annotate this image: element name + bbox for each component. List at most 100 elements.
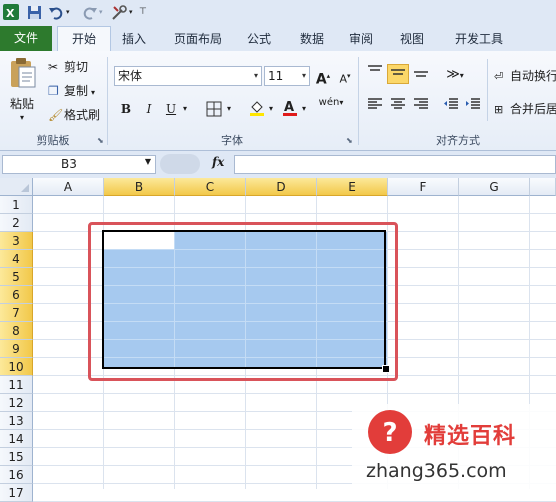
format-painter-button[interactable]: 🖌格式刷 [48,106,100,123]
bold-button[interactable]: B [115,99,137,119]
underline-dropdown-icon[interactable]: ▾ [180,99,190,119]
excel-logo-icon: X [2,3,21,22]
row-header-5[interactable]: 5 [0,268,33,286]
watermark-url: zhang365.com [366,460,507,482]
row-header-11[interactable]: 11 [0,376,33,394]
wrap-text-icon: ⏎ [494,70,504,83]
italic-button[interactable]: I [138,99,160,119]
tab-insert[interactable]: 插入 [114,27,154,51]
row-header-4[interactable]: 4 [0,250,33,268]
row-header-16[interactable]: 16 [0,466,33,484]
row-header-6[interactable]: 6 [0,286,33,304]
tab-file[interactable]: 文件 [0,26,52,51]
tab-page-layout[interactable]: 页面布局 [166,27,230,51]
grow-font-button[interactable]: A▴ [312,66,334,88]
tab-data[interactable]: 数据 [292,27,332,51]
merge-center-button[interactable]: ⊞ 合并后居 [494,100,556,117]
row-header-15[interactable]: 15 [0,448,33,466]
formula-bar-expander[interactable] [160,154,200,174]
save-icon[interactable] [25,3,44,22]
column-header-c[interactable]: C [175,178,246,196]
increase-indent-button[interactable] [462,97,484,117]
row-header-8[interactable]: 8 [0,322,33,340]
align-right-icon [414,98,428,109]
paste-label: 粘贴 [10,97,35,111]
align-left-button[interactable] [364,97,386,117]
row-header-7[interactable]: 7 [0,304,33,322]
row-header-9[interactable]: 9 [0,340,33,358]
row-header-3[interactable]: 3 [0,232,33,250]
align-bottom-button[interactable] [410,64,432,84]
brush-icon: 🖌 [48,108,64,122]
column-header-d[interactable]: D [246,178,317,196]
font-launcher-icon[interactable]: ⬊ [346,136,353,145]
tab-developer[interactable]: 开发工具 [447,27,511,51]
borders-dropdown-icon[interactable]: ▾ [224,99,234,119]
align-middle-button[interactable] [387,64,409,84]
copy-button[interactable]: ❐ 复制 ▾ [48,82,95,99]
tab-review[interactable]: 审阅 [341,27,381,51]
orientation-icon: ≫ [446,67,460,82]
column-header-b[interactable]: B [104,178,175,196]
undo-dropdown-icon[interactable]: ▾ [66,3,74,22]
watermark-title: 精选百科 [424,424,517,449]
name-box[interactable]: B3 ▼ [2,155,156,174]
select-all-button[interactable] [0,178,33,196]
orientation-button[interactable]: ≫▾ [440,64,470,84]
merge-label: 合并后居 [510,102,556,116]
align-top-button[interactable] [364,64,386,84]
decrease-indent-button[interactable] [440,97,462,117]
decrease-indent-icon [444,98,458,109]
column-header-g[interactable]: G [459,178,530,196]
row-header-13[interactable]: 13 [0,412,33,430]
tab-home[interactable]: 开始 [57,26,111,51]
formula-input[interactable] [234,155,556,174]
align-top-icon [368,65,382,71]
insert-function-icon[interactable]: fx [212,155,224,169]
column-header-f[interactable]: F [388,178,459,196]
row-header-2[interactable]: 2 [0,214,33,232]
font-color-icon: A [283,100,297,116]
row-header-10[interactable]: 10 [0,358,33,376]
row-header-1[interactable]: 1 [0,196,33,214]
row-header-12[interactable]: 12 [0,394,33,412]
align-middle-icon [391,69,405,75]
align-right-button[interactable] [410,97,432,117]
align-center-button[interactable] [387,97,409,117]
customize-qat-icon[interactable]: ⊤ [139,3,149,22]
wrap-text-button[interactable]: ⏎ 自动换行 [494,67,556,84]
tab-view[interactable]: 视图 [392,27,432,51]
paint-bucket-icon [250,101,264,116]
undo-icon[interactable] [47,3,66,22]
underline-button[interactable]: U [160,99,182,119]
scissors-icon: ✂ [48,60,59,74]
font-size-combo[interactable]: 11 ▾ [264,66,310,86]
column-header-a[interactable]: A [33,178,104,196]
paste-button[interactable]: 粘贴 ▾ [4,55,40,127]
font-color-dropdown-icon[interactable]: ▾ [299,99,309,119]
shrink-font-button[interactable]: A▾ [334,66,356,86]
chevron-down-icon: ▾ [301,71,306,80]
fill-color-dropdown-icon[interactable]: ▾ [266,99,276,119]
cut-button[interactable]: ✂ 剪切 [48,58,88,75]
format-painter-label: 格式刷 [64,108,101,122]
svg-text:X: X [6,7,15,20]
borders-button[interactable] [203,99,225,119]
group-separator [358,57,359,145]
redo-icon[interactable] [80,3,99,22]
font-color-button[interactable]: A [279,99,301,119]
ribbon-tabs: 文件 开始 插入 页面布局 公式 数据 审阅 视图 开发工具 [0,25,556,52]
tools-dropdown-icon[interactable]: ▾ [129,3,137,22]
redo-dropdown-icon[interactable]: ▾ [99,3,107,22]
column-header-e[interactable]: E [317,178,388,196]
tab-formulas[interactable]: 公式 [238,27,280,51]
clipboard-launcher-icon[interactable]: ⬊ [97,136,104,145]
fill-color-button[interactable] [246,99,268,119]
row-gridline [33,393,556,394]
row-header-14[interactable]: 14 [0,430,33,448]
tools-icon[interactable] [110,3,129,22]
font-name-combo[interactable]: 宋体 ▾ [114,66,262,86]
phonetic-button[interactable]: wén▾ [318,97,344,117]
row-header-17[interactable]: 17 [0,484,33,502]
increase-indent-icon [466,98,480,109]
